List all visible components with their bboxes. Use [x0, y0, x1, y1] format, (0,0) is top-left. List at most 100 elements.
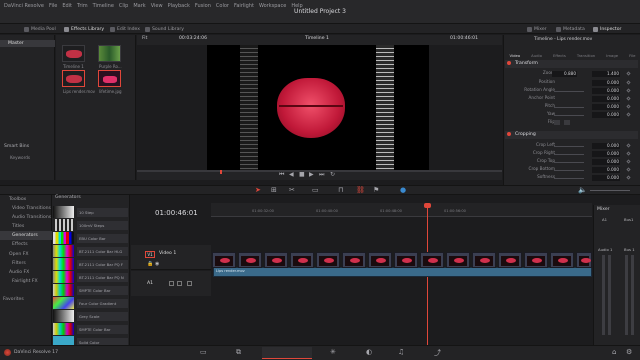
inspector-button[interactable]: Inspector — [593, 25, 621, 34]
crop-right-field[interactable]: 0.000 — [592, 151, 620, 157]
keyframe-icon[interactable] — [626, 112, 631, 117]
gen-bt2111-hlg[interactable]: BT.2111 Color Bar HLG — [53, 245, 128, 257]
position-field[interactable]: 0.000 — [592, 80, 620, 86]
gen-100mv[interactable]: 100mV Steps — [53, 219, 128, 231]
crop-bottom-field[interactable]: 0.000 — [592, 167, 620, 173]
video-clip[interactable] — [212, 252, 236, 268]
playhead-handle[interactable] — [424, 203, 431, 208]
sound-library-button[interactable]: Sound Library — [145, 25, 184, 34]
blade-tool-icon[interactable]: ✂ — [289, 186, 295, 194]
media-thumb-lifetime[interactable] — [98, 70, 121, 87]
settings-gear-icon[interactable]: ⚙ — [626, 348, 632, 356]
audio-clip[interactable]: Lips render.mov — [213, 267, 592, 277]
track-a1-label[interactable]: A1 — [147, 281, 153, 286]
enable-dot[interactable] — [507, 132, 511, 136]
video-clip[interactable] — [446, 252, 470, 268]
softness-field[interactable]: 0.000 — [592, 175, 620, 181]
trim-tool-icon[interactable]: ⊞ — [271, 186, 277, 194]
flip-vertical-icon[interactable] — [564, 120, 570, 125]
anchor-field[interactable]: 0.000 — [592, 96, 620, 102]
marker-icon[interactable]: ● — [400, 186, 406, 194]
fader-bus1[interactable] — [625, 255, 628, 335]
transform-header[interactable]: Transform — [505, 60, 638, 68]
viewer-zoom[interactable]: Fit — [142, 36, 147, 41]
effects-library-button[interactable]: Effects Library — [64, 25, 104, 34]
gen-10-step[interactable]: 10 Step — [53, 206, 128, 218]
rotation-field[interactable]: 0.000 — [592, 88, 620, 94]
metadata-button[interactable]: Metadata — [556, 25, 585, 34]
viewer-timeline-name[interactable]: Timeline 1 — [305, 36, 329, 41]
video-clip[interactable] — [342, 252, 366, 268]
crop-top-field[interactable]: 0.000 — [592, 159, 620, 165]
rotation-slider[interactable] — [554, 91, 584, 92]
keyframe-icon[interactable] — [626, 104, 631, 109]
selection-tool-icon[interactable]: ➤ — [255, 186, 261, 194]
crop-right-slider[interactable] — [554, 154, 584, 155]
volume-icon[interactable]: 🔈 — [578, 186, 587, 194]
zoom-slider[interactable] — [590, 190, 630, 191]
cut-page-icon[interactable]: ⧉ — [236, 348, 241, 357]
tab-image[interactable]: Image — [606, 45, 618, 59]
eye-icon[interactable]: ◉ — [155, 261, 159, 267]
gen-bt2111-pqn[interactable]: BT.2111 Color Bar PQ N — [53, 271, 128, 283]
media-thumb-lips[interactable] — [62, 70, 85, 87]
mixer-toolbar-button[interactable]: Mixer — [527, 25, 547, 34]
media-pool-button[interactable]: Media Pool — [24, 25, 56, 34]
video-clip[interactable] — [420, 252, 444, 268]
link-icon[interactable]: ⛓ — [356, 186, 365, 194]
edit-page-tab[interactable] — [262, 347, 312, 359]
pitch-field[interactable]: 0.000 — [592, 104, 620, 110]
skip-forward-icon[interactable]: ⏭ — [319, 171, 324, 179]
keyframe-icon[interactable] — [626, 175, 631, 180]
bin-master[interactable]: Master — [0, 40, 55, 47]
video-clip[interactable] — [238, 252, 262, 268]
home-icon[interactable]: ⌂ — [612, 348, 616, 356]
media-thumb-timeline[interactable] — [62, 45, 85, 62]
yaw-field[interactable]: 0.000 — [592, 112, 620, 118]
tab-transition[interactable]: Transition — [577, 45, 595, 59]
video-clip[interactable] — [472, 252, 496, 268]
keyframe-icon[interactable] — [626, 143, 631, 148]
fader-a1[interactable] — [602, 255, 605, 335]
yaw-slider[interactable] — [554, 115, 584, 116]
track-v1-label[interactable]: V1 — [145, 251, 155, 258]
video-clip[interactable] — [576, 252, 592, 268]
video-clip[interactable] — [498, 252, 522, 268]
mute-icon[interactable] — [177, 281, 182, 286]
keyframe-icon[interactable] — [626, 151, 631, 156]
keyframe-icon[interactable] — [626, 96, 631, 101]
viewer-frame[interactable] — [207, 45, 429, 170]
keyframe-icon[interactable] — [626, 167, 631, 172]
gen-four-color[interactable]: Four Color Gradient — [53, 297, 128, 309]
fairlight-page-icon[interactable]: ♫ — [398, 348, 404, 356]
play-reverse-icon[interactable]: ◀ — [289, 171, 294, 178]
crop-left-field[interactable]: 0.000 — [592, 143, 620, 149]
keyframe-icon[interactable] — [626, 80, 631, 85]
deliver-page-icon[interactable]: ⤴ — [434, 348, 441, 358]
snap-icon[interactable]: ⊓ — [338, 186, 343, 194]
keyframe-icon[interactable] — [626, 71, 631, 76]
play-icon[interactable]: ▶ — [309, 171, 314, 178]
tab-video[interactable]: Video — [510, 45, 521, 59]
zoom-y-field[interactable]: 1.400 — [592, 71, 620, 77]
zoom-x-field[interactable]: 0.880 — [552, 71, 577, 77]
crop-left-slider[interactable] — [554, 146, 584, 147]
media-page-icon[interactable]: ▭ — [200, 348, 207, 356]
tab-file[interactable]: File — [629, 45, 635, 59]
flag-icon[interactable]: ⚑ — [373, 186, 379, 194]
fusion-page-icon[interactable]: ✳ — [330, 348, 336, 356]
lock-icon[interactable]: 🔒 — [147, 261, 153, 267]
tree-generators[interactable]: Generators — [0, 231, 52, 240]
video-clip[interactable] — [264, 252, 288, 268]
gen-ebu[interactable]: EBU Color Bar — [53, 232, 128, 244]
keyframe-icon[interactable] — [626, 88, 631, 93]
gen-bt2111-pqf[interactable]: BT.2111 Color Bar PQ F — [53, 258, 128, 270]
crop-bottom-slider[interactable] — [554, 170, 584, 171]
video-clip[interactable] — [524, 252, 548, 268]
video-clip[interactable] — [368, 252, 392, 268]
video-track-name[interactable]: Video 1 — [159, 251, 176, 256]
gen-smpte-2[interactable]: SMPTE Color Bar — [53, 323, 128, 335]
skip-back-icon[interactable]: ⏮ — [279, 171, 284, 179]
loop-icon[interactable]: ↻ — [330, 171, 335, 178]
record-icon[interactable] — [187, 281, 192, 286]
